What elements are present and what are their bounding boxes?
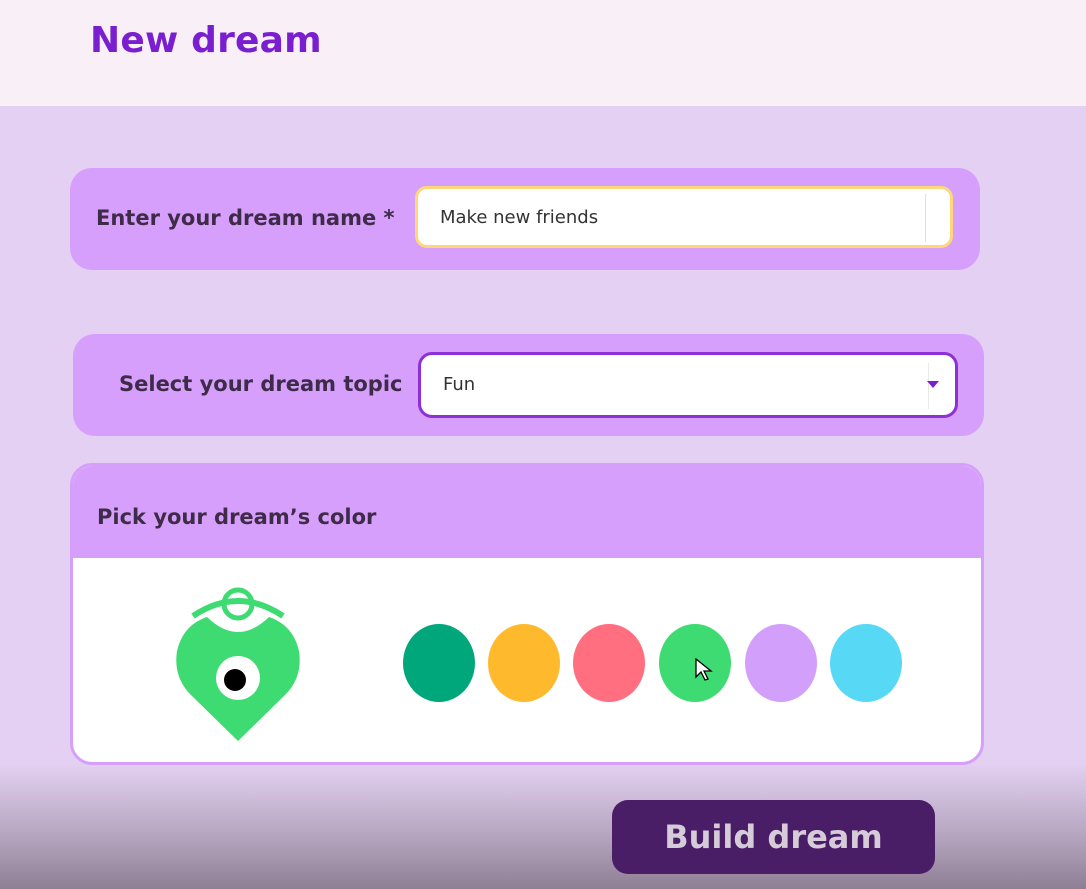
caret-down-icon[interactable]	[927, 381, 939, 388]
page-header: New dream	[0, 0, 1086, 106]
color-swatch-teal[interactable]	[403, 624, 475, 702]
dream-topic-value: Fun	[443, 374, 476, 395]
dream-color-section: Pick your dream’s color	[70, 463, 984, 765]
input-edge-divider	[925, 194, 926, 242]
build-dream-button[interactable]: Build dream	[612, 800, 935, 874]
dream-name-section: Enter your dream name *	[70, 168, 980, 270]
page-title: New dream	[90, 20, 322, 61]
color-swatch-pink[interactable]	[573, 624, 645, 702]
dream-color-label: Pick your dream’s color	[97, 505, 377, 529]
dream-name-label: Enter your dream name *	[96, 206, 395, 230]
color-swatch-lavender[interactable]	[745, 624, 817, 702]
dream-color-header: Pick your dream’s color	[73, 466, 981, 558]
mouse-cursor-icon	[695, 658, 713, 681]
color-swatch-orange[interactable]	[488, 624, 560, 702]
dream-creature-icon	[176, 587, 300, 741]
dream-name-input[interactable]	[415, 186, 953, 248]
dream-topic-select[interactable]: Fun	[418, 352, 958, 418]
dream-topic-section: Select your dream topic Fun	[73, 334, 984, 436]
dream-topic-label: Select your dream topic	[119, 372, 403, 396]
color-swatch-blue[interactable]	[830, 624, 902, 702]
